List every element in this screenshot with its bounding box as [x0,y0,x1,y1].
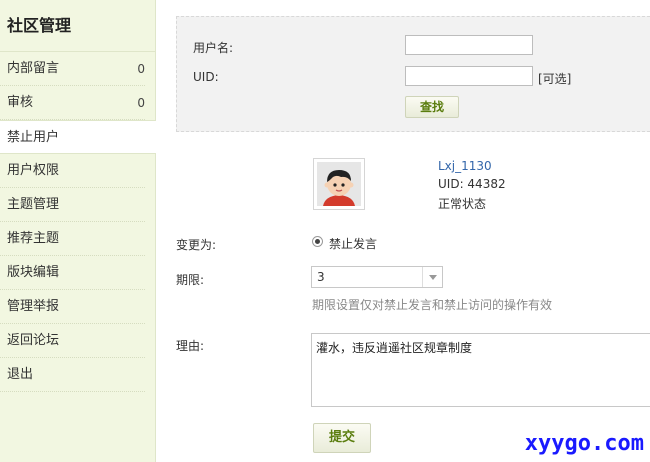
period-select[interactable]: 3 [311,266,443,288]
sidebar-item-topic-management[interactable]: 主题管理 [0,188,145,222]
sidebar-item-label: 用户权限 [7,163,60,178]
sidebar-item-board-edit[interactable]: 版块编辑 [0,256,145,290]
sidebar-item-label: 禁止用户 [7,130,60,145]
username-label: 用户名: [193,41,234,55]
sidebar-item-label: 审核 [7,95,34,110]
sidebar-item-label: 内部留言 [7,61,60,76]
message-count: 0 [137,62,145,76]
username-input[interactable] [405,35,533,55]
sidebar-item-recommended-topics[interactable]: 推荐主题 [0,222,145,256]
ban-speech-radio[interactable] [312,236,323,247]
sidebar-item-manage-reports[interactable]: 管理举报 [0,290,145,324]
chevron-down-icon [422,267,442,287]
reason-textarea[interactable]: 灌水，违反逍遥社区规章制度 [311,333,650,407]
sidebar-item-review[interactable]: 审核 0 [0,86,145,120]
sidebar-item-label: 退出 [7,367,34,382]
sidebar-item-back-to-forum[interactable]: 返回论坛 [0,324,145,358]
review-count: 0 [137,96,145,110]
avatar-image [317,162,361,206]
main-content: 用户名: UID: [可选] 查找 Lxj_1130 UID: 44382 正常… [176,0,650,462]
sidebar-item-logout[interactable]: 退出 [0,358,145,392]
sidebar-item-ban-user[interactable]: 禁止用户 [0,120,156,154]
sidebar-item-label: 推荐主题 [7,231,60,246]
watermark-logo: xyygo.com [524,431,644,456]
sidebar-item-label: 返回论坛 [7,333,60,348]
sidebar-title: 社区管理 [0,0,155,52]
search-button[interactable]: 查找 [405,96,459,118]
sidebar-item-user-permissions[interactable]: 用户权限 [0,154,145,188]
submit-button[interactable]: 提交 [313,423,371,453]
search-panel: 用户名: UID: [可选] 查找 [176,16,650,132]
period-hint: 期限设置仅对禁止发言和禁止访问的操作有效 [312,298,553,312]
cartoon-boy-icon [317,162,361,206]
ban-speech-label: 禁止发言 [329,237,378,251]
reason-label: 理由: [176,339,205,353]
sidebar-item-label: 管理举报 [7,299,60,314]
uid-input[interactable] [405,66,533,86]
change-to-label: 变更为: [176,238,217,252]
user-status: 正常状态 [438,197,487,211]
period-value: 3 [317,270,325,284]
uid-label: UID: [193,70,219,84]
username-link[interactable]: Lxj_1130 [438,159,492,173]
sidebar-item-internal-messages[interactable]: 内部留言 0 [0,52,145,86]
sidebar-item-label: 主题管理 [7,197,60,212]
sidebar-item-label: 版块编辑 [7,265,60,280]
avatar [313,158,365,210]
period-label: 期限: [176,273,205,287]
user-uid: UID: 44382 [438,177,506,191]
optional-note: [可选] [538,72,572,86]
sidebar: 社区管理 内部留言 0 审核 0 禁止用户 用户权限 主题管理 推荐主题 版块编… [0,0,156,462]
